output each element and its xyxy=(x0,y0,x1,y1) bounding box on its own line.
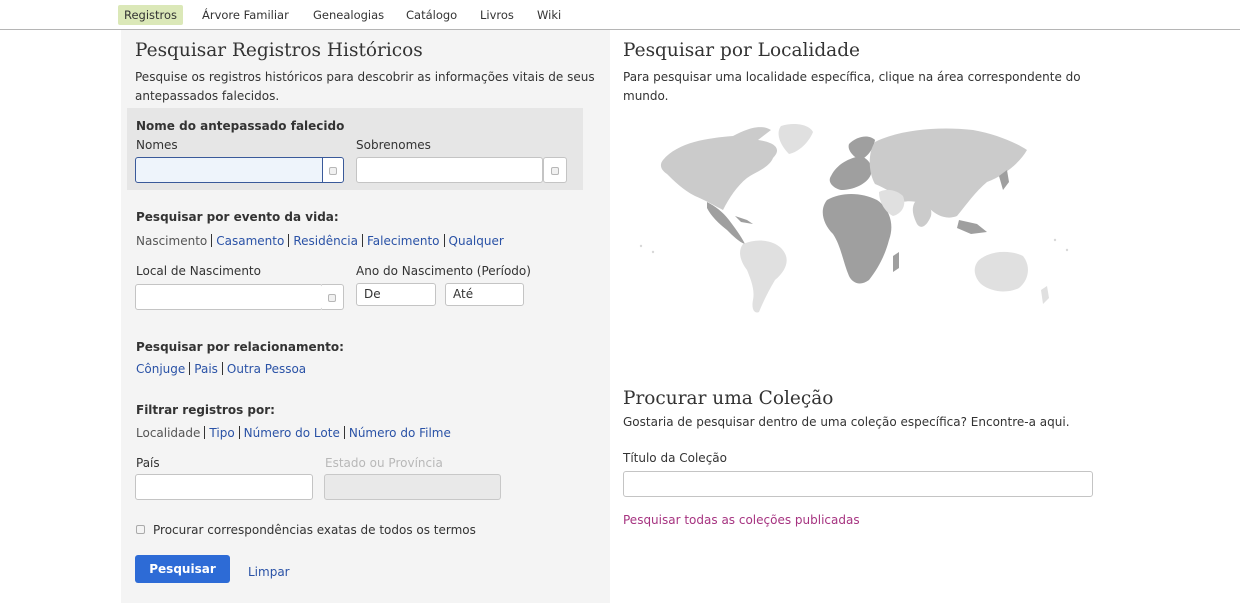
map-region-new-zealand[interactable] xyxy=(1041,286,1049,304)
map-region-south-america[interactable] xyxy=(740,240,787,313)
state-input xyxy=(324,474,501,500)
locality-description-line1: Para pesquisar uma localidade específica… xyxy=(623,70,1081,84)
map-region-greenland[interactable] xyxy=(778,124,813,154)
search-button[interactable]: Pesquisar xyxy=(135,555,230,583)
state-label: Estado ou Província xyxy=(325,456,443,470)
list-icon xyxy=(329,167,337,175)
tab-wiki[interactable]: Wiki xyxy=(531,5,567,25)
map-region-africa[interactable] xyxy=(822,194,892,284)
map-region-north-america[interactable] xyxy=(660,127,778,210)
birth-year-to-input[interactable]: Até xyxy=(445,283,524,306)
birth-year-label: Ano do Nascimento (Período) xyxy=(356,264,531,278)
filter-localidade[interactable]: Localidade xyxy=(136,426,204,440)
clear-link[interactable]: Limpar xyxy=(248,565,290,579)
last-names-label: Sobrenomes xyxy=(356,138,431,152)
birth-place-input[interactable] xyxy=(135,284,323,310)
first-names-label: Nomes xyxy=(136,138,178,152)
life-event-falecimento[interactable]: Falecimento xyxy=(363,234,444,248)
collection-description: Gostaria de pesquisar dentro de uma cole… xyxy=(623,415,1070,429)
filter-links: Localidade Tipo Número do Lote Número do Fi… xyxy=(136,426,455,440)
search-description-line1: Pesquise os registros históricos para de… xyxy=(135,70,595,84)
filter-tipo[interactable]: Tipo xyxy=(205,426,238,440)
country-input[interactable] xyxy=(135,474,313,500)
map-region-europe[interactable] xyxy=(829,156,872,190)
list-icon xyxy=(328,294,336,302)
map-region-caribbean[interactable] xyxy=(735,216,753,224)
life-event-qualquer[interactable]: Qualquer xyxy=(445,234,508,248)
relationship-pais[interactable]: Pais xyxy=(190,362,222,376)
map-region-southeast-asia[interactable] xyxy=(957,220,987,234)
relationship-conjuge[interactable]: Cônjuge xyxy=(136,362,189,376)
ancestor-heading: Nome do antepassado falecido xyxy=(136,119,345,133)
map-region-madagascar[interactable] xyxy=(893,252,899,272)
tab-registros[interactable]: Registros xyxy=(118,5,184,25)
list-icon xyxy=(551,167,559,175)
filter-numero-do-lote[interactable]: Número do Lote xyxy=(240,426,344,440)
map-region-central-america[interactable] xyxy=(707,202,745,244)
life-event-heading: Pesquisar por evento da vida: xyxy=(136,210,339,224)
collection-title-input[interactable] xyxy=(623,471,1093,497)
search-title: Pesquisar Registros Históricos xyxy=(135,40,423,61)
birth-place-picker-button[interactable] xyxy=(322,284,344,310)
filter-numero-do-filme[interactable]: Número do Filme xyxy=(345,426,455,440)
life-event-casamento[interactable]: Casamento xyxy=(212,234,288,248)
tab-catalogo[interactable]: Catálogo xyxy=(400,5,463,25)
birth-place-label: Local de Nascimento xyxy=(136,264,261,278)
all-collections-link[interactable]: Pesquisar todas as coleções publicadas xyxy=(623,513,860,527)
relationship-heading: Pesquisar por relacionamento: xyxy=(136,340,344,354)
birth-year-from-input[interactable]: De xyxy=(356,283,436,306)
life-event-residencia[interactable]: Residência xyxy=(289,234,362,248)
last-names-input[interactable] xyxy=(356,157,543,183)
relationship-outra-pessoa[interactable]: Outra Pessoa xyxy=(223,362,310,376)
search-description-line2: antepassados falecidos. xyxy=(135,89,280,103)
exact-match-label: Procurar correspondências exatas de todo… xyxy=(153,523,476,537)
locality-title: Pesquisar por Localidade xyxy=(623,40,860,61)
world-map-icon[interactable] xyxy=(623,120,1083,315)
relationship-links: Cônjuge Pais Outra Pessoa xyxy=(136,362,310,376)
tab-genealogias[interactable]: Genealogias xyxy=(307,5,390,25)
map-region-australia[interactable] xyxy=(974,251,1028,292)
country-label: País xyxy=(136,456,160,470)
top-nav: Registros Árvore Familiar Genealogias Ca… xyxy=(0,0,1240,30)
first-names-input[interactable] xyxy=(135,157,323,183)
first-names-picker-button[interactable] xyxy=(322,157,344,183)
filter-heading: Filtrar registros por: xyxy=(136,403,275,417)
tab-livros[interactable]: Livros xyxy=(474,5,520,25)
collection-title: Procurar uma Coleção xyxy=(623,388,834,409)
collection-title-label: Título da Coleção xyxy=(623,451,727,465)
tab-arvore-familiar[interactable]: Árvore Familiar xyxy=(196,5,295,25)
locality-description-line2: mundo. xyxy=(623,89,669,103)
life-event-links: Nascimento Casamento Residência Falecimento… xyxy=(136,234,508,248)
last-names-picker-button[interactable] xyxy=(543,157,567,183)
life-event-nascimento[interactable]: Nascimento xyxy=(136,234,211,248)
exact-match-checkbox[interactable] xyxy=(136,525,145,534)
